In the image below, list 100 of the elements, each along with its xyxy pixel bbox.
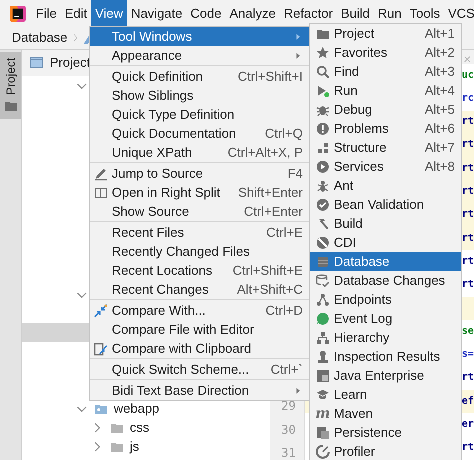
code-text: rt	[462, 117, 474, 128]
tree-item[interactable]: js	[130, 436, 140, 456]
menu-item[interactable]: Services Alt+8	[310, 157, 461, 176]
menu-bar-item[interactable]: View	[91, 0, 128, 27]
menu-item[interactable]: Jump to Source F4	[90, 164, 309, 183]
menu-item-label: Recent Locations	[112, 262, 214, 280]
tree-item[interactable]: webapp	[114, 398, 160, 418]
shortcut-text: Ctrl+Alt+X, P	[228, 144, 303, 162]
menu-item[interactable]: Compare File with Editor	[90, 320, 309, 339]
menu-item[interactable]: Hierarchy	[310, 328, 461, 347]
menu-bar-item[interactable]: Refactor	[280, 0, 338, 27]
menu-bar-item[interactable]: Run	[374, 0, 406, 27]
shortcut-text: Alt+5	[425, 100, 455, 119]
code-text: ef	[462, 396, 474, 407]
menu-bar-item[interactable]: Build	[337, 0, 374, 27]
slashed-circle-icon	[316, 236, 330, 250]
menu-item[interactable]: Unique XPath Ctrl+Alt+X, P	[90, 143, 309, 162]
shortcut-text: Alt+1	[425, 24, 455, 43]
menu-item[interactable]: Build	[310, 214, 461, 233]
menu-item-label: Show Siblings	[112, 86, 195, 105]
menu-item-label: Unique XPath	[112, 144, 194, 162]
menu-item-label: Endpoints	[334, 290, 393, 309]
menu-item[interactable]: Bidi Text Base Direction	[90, 381, 309, 400]
menu-item[interactable]: Database Changes	[310, 271, 461, 290]
menu-item[interactable]: Quick Definition Ctrl+Shift+I	[90, 67, 309, 86]
shortcut-text: Ctrl+D	[266, 302, 303, 320]
code-text: s=	[462, 350, 474, 360]
menu-item[interactable]: Recent Changes Alt+Shift+C	[90, 280, 309, 299]
code-text: rt	[462, 210, 474, 220]
panel-window-icon	[30, 56, 44, 70]
nodes-icon	[316, 292, 330, 306]
menu-item[interactable]: Problems Alt+6	[310, 119, 461, 138]
menu-item[interactable]: Show Source Ctrl+Enter	[90, 202, 309, 221]
menu-item-label: Appearance	[112, 46, 184, 65]
menu-item[interactable]: Quick Switch Scheme... Ctrl+`	[90, 360, 309, 379]
shortcut-text: Alt+Shift+C	[237, 280, 303, 299]
shortcut-text: Ctrl+Shift+I	[238, 68, 303, 86]
menu-item[interactable]: CDI	[310, 233, 461, 252]
menu-item[interactable]: Open in Right Split Shift+Enter	[90, 183, 309, 202]
menu-item[interactable]: Project Alt+1	[310, 24, 461, 43]
menu-item[interactable]: Inspection Results	[310, 347, 461, 366]
breadcrumb-item[interactable]: Database	[12, 28, 68, 48]
tree-item[interactable]: css	[130, 418, 150, 438]
menu-item[interactable]: Structure Alt+7	[310, 138, 461, 157]
menu-item[interactable]: Learn	[310, 385, 461, 404]
menu-bar-item[interactable]: Code	[186, 0, 226, 27]
menu-item[interactable]: Find Alt+3	[310, 62, 461, 81]
line-number: 29	[282, 400, 296, 412]
menu-bar-item[interactable]: File	[32, 0, 61, 27]
star-icon	[316, 46, 330, 60]
menu-item[interactable]: Recent Locations Ctrl+Shift+E	[90, 261, 309, 280]
menu-item-label: Database Changes	[334, 272, 446, 290]
menu-bar-item[interactable]: Edit	[60, 0, 92, 27]
menu-item[interactable]: Recently Changed Files	[90, 242, 309, 261]
code-text: rt	[462, 256, 474, 267]
menu-bar-item[interactable]: VCS	[444, 0, 474, 27]
shortcut-text: Ctrl+E	[266, 224, 303, 242]
bubble-icon	[316, 312, 330, 326]
menu-bar-item[interactable]: Navigate	[127, 0, 187, 27]
close-icon	[463, 54, 472, 64]
app-logo-icon	[10, 6, 26, 22]
menu-bar-item[interactable]: Tools	[406, 0, 444, 27]
shortcut-text: Ctrl+`	[270, 360, 303, 379]
code-text: rt	[462, 234, 474, 244]
menu-item[interactable]: Debug Alt+5	[310, 100, 461, 119]
menu-item[interactable]: Compare with Clipboard	[90, 339, 309, 358]
menu-item[interactable]: Database	[310, 252, 461, 271]
menu-item[interactable]: Appearance	[90, 46, 309, 65]
pencil-icon	[94, 166, 108, 180]
shortcut-text: Alt+7	[425, 138, 455, 157]
menu-item[interactable]: Quick Type Definition	[90, 105, 309, 124]
line-number: 31	[282, 447, 296, 459]
database-check-icon	[316, 274, 330, 288]
menu-item[interactable]: Profiler	[310, 442, 461, 460]
menu-item-label: Maven	[334, 404, 374, 423]
blocks-icon	[316, 140, 330, 154]
menu-item-label: Persistence	[334, 424, 403, 442]
menu-item[interactable]: Persistence	[310, 423, 461, 442]
menu-item[interactable]: Bean Validation	[310, 195, 461, 214]
exclamation-icon	[316, 122, 330, 136]
menu-item-label: Project	[334, 24, 376, 43]
pages-icon	[316, 426, 330, 440]
menu-item[interactable]: Show Siblings	[90, 86, 309, 105]
menu-item[interactable]: Ant	[310, 176, 461, 195]
menu-item[interactable]: Java Enterprise	[310, 366, 461, 385]
menu-item[interactable]: Endpoints	[310, 290, 461, 309]
menu-item[interactable]: Quick Documentation Ctrl+Q	[90, 124, 309, 143]
menu-item[interactable]: Event Log	[310, 309, 461, 328]
project-tool-tab[interactable]: Project	[0, 52, 21, 120]
menu-item[interactable]: Compare With... Ctrl+D	[90, 301, 309, 320]
menu-item[interactable]: m Maven	[310, 404, 461, 423]
menu-item-label: Services	[334, 158, 385, 176]
menu-item[interactable]: Run Alt+4	[310, 81, 461, 100]
menu-item-label: Hierarchy	[334, 328, 391, 347]
menu-item[interactable]: Tool Windows	[90, 27, 309, 46]
selected-tree-row[interactable]	[22, 323, 89, 342]
menu-item[interactable]: Recent Files Ctrl+E	[90, 223, 309, 242]
menu-item[interactable]: Favorites Alt+2	[310, 43, 461, 62]
menu-bar-item[interactable]: Analyze	[226, 0, 280, 27]
graduation-cap-icon	[316, 388, 330, 402]
